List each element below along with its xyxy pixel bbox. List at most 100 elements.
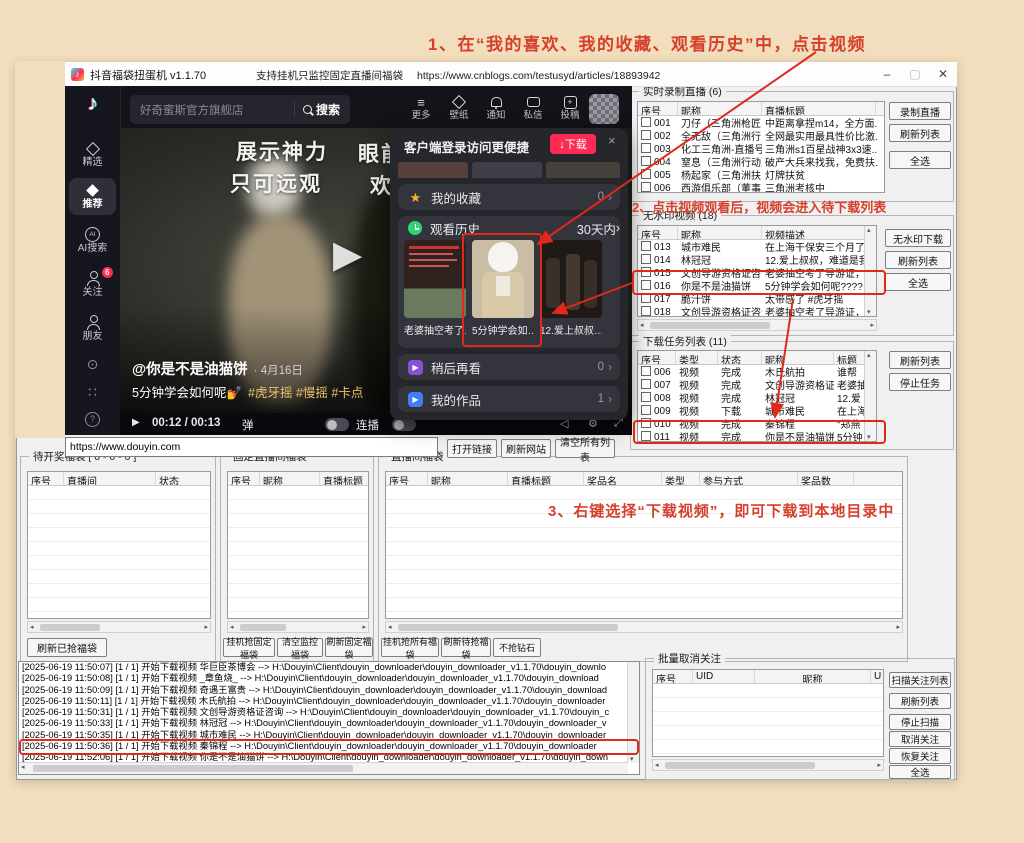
select-all-button[interactable]: 全选 xyxy=(889,151,951,169)
table-header: 序号 昵称 直播标题 xyxy=(638,102,884,116)
row-checkbox[interactable] xyxy=(641,117,651,127)
row-checkbox[interactable] xyxy=(641,431,651,441)
auto-grab-all-bags-button[interactable]: 挂机抢所有福袋 xyxy=(381,638,439,657)
auto-grab-fixed-bags-button[interactable]: 挂机抢固定福袋 xyxy=(223,638,275,657)
row-checkbox[interactable] xyxy=(641,130,651,140)
close-icon[interactable]: × xyxy=(608,133,616,148)
vertical-scrollbar[interactable] xyxy=(864,226,876,316)
row-checkbox[interactable] xyxy=(641,293,651,303)
sidebar-item-follow[interactable]: 关注 6 xyxy=(69,270,116,299)
row-checkbox[interactable] xyxy=(641,280,651,290)
nav-more[interactable]: ≡更多 xyxy=(403,94,439,121)
client-download-button[interactable]: ↓下载 xyxy=(550,134,596,154)
partial-thumbnail xyxy=(472,162,542,178)
my-works-row[interactable]: ▶ 我的作品 1 › xyxy=(398,386,620,412)
horizontal-scrollbar[interactable] xyxy=(227,621,369,633)
watch-history-row[interactable]: 观看历史 30天内 › xyxy=(398,216,620,240)
refresh-list-button[interactable]: 刷新列表 xyxy=(889,693,951,709)
history-video-thumbnail[interactable] xyxy=(404,240,466,318)
divider xyxy=(294,102,295,117)
sidebar-item-live[interactable]: ⊙ xyxy=(69,358,116,373)
pending-bags-table: 序号 直播间 状态 xyxy=(27,471,211,619)
row-checkbox[interactable] xyxy=(641,241,651,251)
annotation-step-2: 2、点击视频观看后，视频会进入待下载列表 xyxy=(632,197,886,216)
horizontal-scrollbar[interactable] xyxy=(652,759,884,771)
sidebar-item-featured[interactable]: 精选 xyxy=(69,140,116,169)
table-row[interactable]: 006 西游俱乐部（董事... 三角洲考核中 xyxy=(638,181,884,193)
row-checkbox[interactable] xyxy=(641,366,651,376)
annotation-step-1: 1、在“我的喜欢、我的收藏、观看历史”中，点击视频 xyxy=(428,30,866,55)
minimize-button[interactable]: – xyxy=(873,62,901,86)
my-favorites-row[interactable]: ★ 我的收藏 0 › xyxy=(398,184,620,210)
stop-task-button[interactable]: 停止任务 xyxy=(889,373,951,391)
video-author[interactable]: @你是不是油猫饼· 4月16日 xyxy=(132,358,303,379)
vertical-scrollbar[interactable] xyxy=(864,351,876,441)
row-checkbox[interactable] xyxy=(641,143,651,153)
horizontal-scrollbar[interactable] xyxy=(385,621,903,633)
record-live-button[interactable]: 录制直播 xyxy=(889,102,951,120)
nav-wallpaper[interactable]: 壁纸 xyxy=(441,94,477,121)
douyin-sidebar: ♪ 精选 推荐 AI AI搜索 关注 6 朋友 ⊙ ∷ ? xyxy=(65,86,121,435)
refresh-pending-bags-button[interactable]: 刷新待抢福袋 xyxy=(441,638,491,657)
refresh-fixed-bags-button[interactable]: 刷新固定福袋 xyxy=(325,638,373,657)
row-checkbox[interactable] xyxy=(641,418,651,428)
refresh-list-button[interactable]: 刷新列表 xyxy=(885,251,951,269)
row-checkbox[interactable] xyxy=(641,392,651,402)
play-icon[interactable]: ▶ xyxy=(333,232,362,277)
clear-monitor-bags-button[interactable]: 清空监控福袋 xyxy=(277,638,323,657)
row-checkbox[interactable] xyxy=(641,405,651,415)
refresh-grabbed-bags-button[interactable]: 刷新已抢福袋 xyxy=(27,638,107,657)
horizontal-scrollbar[interactable] xyxy=(637,319,877,331)
vertical-scrollbar[interactable] xyxy=(627,662,639,763)
danmaku-icon[interactable]: 弹 xyxy=(242,417,254,433)
select-all-button[interactable]: 全选 xyxy=(889,765,951,779)
sidebar-item-friends[interactable]: 朋友 xyxy=(69,314,116,343)
horizontal-scrollbar[interactable] xyxy=(27,621,211,633)
search-button[interactable]: 搜索 xyxy=(303,101,350,118)
row-checkbox[interactable] xyxy=(641,156,651,166)
avatar[interactable] xyxy=(589,94,619,124)
row-checkbox[interactable] xyxy=(641,169,651,179)
sidebar-item-help[interactable]: ? xyxy=(69,412,116,427)
sidebar-item-recommend[interactable]: 推荐 xyxy=(69,178,116,215)
refresh-site-button[interactable]: 刷新网站 xyxy=(501,439,551,458)
url-input[interactable] xyxy=(65,437,438,457)
pause-play-icon[interactable]: ▶ xyxy=(132,417,140,428)
close-button[interactable]: ✕ xyxy=(929,62,957,86)
maximize-button[interactable]: ▢ xyxy=(901,62,929,86)
select-all-button[interactable]: 全选 xyxy=(885,273,951,291)
scan-follow-list-button[interactable]: 扫描关注列表 xyxy=(889,672,951,688)
search-bar[interactable]: 好奇蜜斯官方旗舰店 搜索 xyxy=(130,95,350,124)
clock-icon xyxy=(408,221,422,235)
row-checkbox[interactable] xyxy=(641,379,651,389)
watch-later-row[interactable]: ▶ 稍后再看 0 › xyxy=(398,354,620,380)
nav-notifications[interactable]: 通知 xyxy=(478,94,514,121)
hashtags: #虎牙摇 #慢摇 #卡点 xyxy=(248,386,363,400)
row-checkbox[interactable] xyxy=(641,254,651,264)
history-video-thumbnail[interactable] xyxy=(540,240,602,318)
table-header: 序号 昵称 直播标题 奖品名 类型 参与方式 奖品数 xyxy=(386,472,902,486)
download-no-watermark-button[interactable]: 无水印下载 xyxy=(885,229,951,247)
open-link-button[interactable]: 打开链接 xyxy=(447,439,497,458)
refresh-list-button[interactable]: 刷新列表 xyxy=(889,351,951,369)
horizontal-scrollbar[interactable] xyxy=(19,762,628,774)
row-checkbox[interactable] xyxy=(641,182,651,192)
stop-scan-button[interactable]: 停止扫描 xyxy=(889,714,951,730)
sidebar-item-apps[interactable]: ∷ xyxy=(69,386,116,401)
refresh-list-button[interactable]: 刷新列表 xyxy=(889,124,951,142)
clear-all-lists-button[interactable]: 清空所有列表 xyxy=(555,439,615,458)
table-header: 序号 直播间 状态 xyxy=(28,472,210,486)
skip-diamond-button[interactable]: 不抢钻石 xyxy=(493,638,541,657)
people-icon xyxy=(69,314,116,331)
restore-follow-button[interactable]: 恢复关注 xyxy=(889,748,951,764)
unfollow-button[interactable]: 取消关注 xyxy=(889,731,951,747)
nav-messages[interactable]: 私信 xyxy=(515,94,551,121)
autoplay-toggle[interactable] xyxy=(325,418,349,431)
table-row[interactable]: 018 文创导游资格证咨询 老婆抽空考了导游证，收... xyxy=(638,305,876,317)
sidebar-item-ai-search[interactable]: AI AI搜索 xyxy=(69,226,116,255)
row-checkbox[interactable] xyxy=(641,306,651,316)
nav-upload[interactable]: +投稿 xyxy=(552,94,588,121)
table-row[interactable]: 011 视频 完成 你是不是油猫饼 5分钟 xyxy=(638,430,876,442)
row-checkbox[interactable] xyxy=(641,267,651,277)
history-video-thumbnail[interactable] xyxy=(472,240,534,318)
